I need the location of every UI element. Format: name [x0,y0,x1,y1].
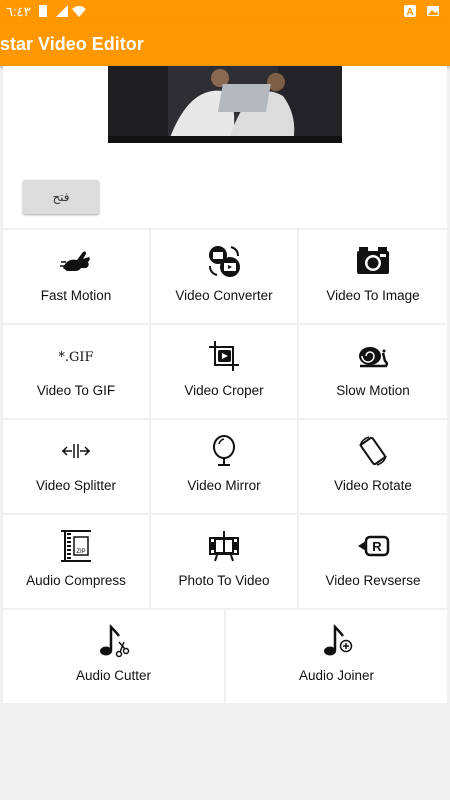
music-scissors-icon [97,623,131,658]
compress-icon: ZIP [59,529,93,563]
main-content: فتح Fast Motion Video Converter Video To I… [0,66,450,800]
tool-label: Video To Image [326,288,420,303]
mirror-icon [207,434,241,468]
tool-tile-audio-compress[interactable]: ZIP Audio Compress [3,515,149,608]
music-add-icon [320,623,354,658]
app-bar: star Video Editor [0,24,450,66]
film-icon [207,529,241,563]
svg-text:R: R [372,539,382,554]
status-time: ٦:٤٣ [6,4,31,19]
tool-tile-audio-cutter[interactable]: Audio Cutter [3,610,224,703]
tool-tile-video-mirror[interactable]: Video Mirror [151,420,297,513]
tool-tile-video-to-gif[interactable]: *.GIF Video To GIF [3,325,149,418]
tool-label: Video Rotate [334,478,412,493]
tool-tile-video-to-image[interactable]: Video To Image [299,230,447,323]
tool-label: Photo To Video [178,573,270,588]
tool-label: Video Converter [175,288,273,303]
rotate-icon [356,434,390,468]
signal-icon [56,5,68,17]
notification-icon [39,5,47,17]
tool-tile-video-rotate[interactable]: Video Rotate [299,420,447,513]
wifi-icon [72,6,86,17]
svg-text:ZIP: ZIP [76,549,85,555]
tool-label: Video Revserse [325,573,421,588]
preview-image [108,66,342,143]
video-preview-panel: فتح [3,66,447,228]
tool-label: Audio Cutter [75,668,152,683]
tool-label: Slow Motion [336,383,410,398]
svg-text:*.GIF: *.GIF [59,350,93,365]
tool-label: Audio Joiner [298,668,375,683]
open-button[interactable]: فتح [23,180,99,214]
video-convert-icon [207,244,241,278]
svg-text:A: A [406,7,413,18]
rabbit-icon [59,244,93,278]
tool-tile-video-converter[interactable]: Video Converter [151,230,297,323]
gif-icon: *.GIF [58,339,93,373]
reverse-video-icon: R [356,529,390,563]
image-icon [427,6,439,16]
split-arrows-icon [59,434,93,468]
tool-tile-fast-motion[interactable]: Fast Motion [3,230,149,323]
camera-icon [356,244,390,278]
tool-tile-video-croper[interactable]: Video Croper [151,325,297,418]
tool-tile-slow-motion[interactable]: Slow Motion [299,325,447,418]
tool-label: Audio Compress [26,573,126,588]
app-a-icon: A [404,5,416,18]
tool-label: Video To GIF [36,383,116,398]
status-bar: ٦:٤٣ A [0,0,450,24]
tool-label: Fast Motion [40,288,112,303]
tool-tile-video-revserse[interactable]: R Video Revserse [299,515,447,608]
app-title: star Video Editor [0,34,144,54]
snail-icon [356,339,390,373]
tool-label: Video Splitter [35,478,117,493]
tool-label: Video Mirror [187,478,261,493]
tool-tile-photo-to-video[interactable]: Photo To Video [151,515,297,608]
tool-tile-audio-joiner[interactable]: Audio Joiner [226,610,447,703]
video-crop-icon [207,339,241,373]
tool-label: Video Croper [184,383,264,398]
tool-tile-video-splitter[interactable]: Video Splitter [3,420,149,513]
